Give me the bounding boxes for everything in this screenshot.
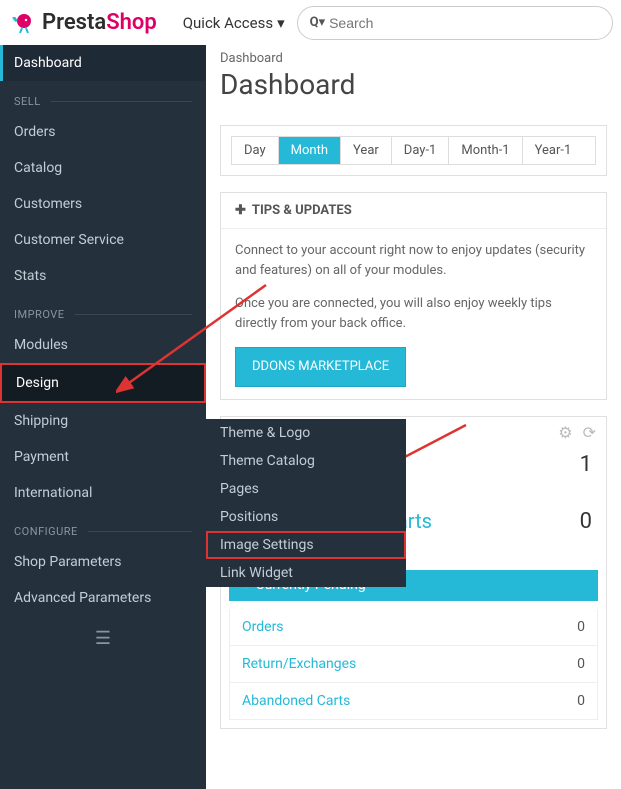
submenu-image-settings[interactable]: Image Settings: [206, 531, 406, 559]
gear-icon[interactable]: ⚙: [558, 423, 572, 442]
main-content: Dashboard Dashboard Day Month Year Day-1…: [206, 45, 621, 789]
tips-card: ✚ TIPS & UPDATES Connect to your account…: [220, 192, 607, 400]
range-tab-year-1[interactable]: Year-1: [523, 137, 584, 164]
sidebar-item-customer-service[interactable]: Customer Service: [0, 222, 206, 258]
pending-row-orders[interactable]: Orders 0: [229, 609, 598, 646]
submenu-link-widget[interactable]: Link Widget: [206, 559, 406, 587]
submenu-theme-logo[interactable]: Theme & Logo: [206, 419, 406, 447]
search-box[interactable]: Q▾: [297, 6, 613, 40]
logo-bird-icon: [12, 11, 36, 35]
range-tab-day[interactable]: Day: [232, 137, 279, 164]
sidebar-collapse-button[interactable]: ☰: [0, 616, 206, 661]
submenu-theme-catalog[interactable]: Theme Catalog: [206, 447, 406, 475]
sidebar-item-customers[interactable]: Customers: [0, 186, 206, 222]
logo-text: PrestaShop: [42, 10, 157, 35]
refresh-icon[interactable]: ⟳: [583, 423, 596, 442]
stat-active-carts-value: 0: [580, 509, 592, 534]
range-tab-year[interactable]: Year: [341, 137, 392, 164]
date-range-card: Day Month Year Day-1 Month-1 Year-1: [220, 125, 607, 176]
sidebar-item-design[interactable]: Design: [0, 363, 206, 403]
search-input[interactable]: [329, 15, 600, 31]
sidebar-item-shipping[interactable]: Shipping: [0, 403, 206, 439]
sidebar-item-stats[interactable]: Stats: [0, 258, 206, 294]
puzzle-icon: ✚: [235, 203, 246, 218]
addons-marketplace-button[interactable]: DDONS MARKETPLACE: [235, 347, 406, 387]
sidebar-item-payment[interactable]: Payment: [0, 439, 206, 475]
pending-row-returns[interactable]: Return/Exchanges 0: [229, 646, 598, 683]
sidebar-item-catalog[interactable]: Catalog: [0, 150, 206, 186]
range-tab-month[interactable]: Month: [279, 137, 341, 164]
quick-access-dropdown[interactable]: Quick Access ▾: [183, 14, 285, 32]
range-tab-month-1[interactable]: Month-1: [449, 137, 522, 164]
sidebar-item-shop-parameters[interactable]: Shop Parameters: [0, 544, 206, 580]
sidebar-item-modules[interactable]: Modules: [0, 327, 206, 363]
sidebar-section-configure: CONFIGURE: [0, 511, 206, 544]
tips-text-1: Connect to your account right now to enj…: [235, 241, 592, 280]
range-tab-day-1[interactable]: Day-1: [392, 137, 450, 164]
submenu-positions[interactable]: Positions: [206, 503, 406, 531]
hamburger-icon: ☰: [95, 628, 111, 649]
caret-down-icon: ▾: [277, 14, 285, 32]
page-title: Dashboard: [220, 68, 607, 101]
sidebar-item-dashboard[interactable]: Dashboard: [0, 45, 206, 81]
sidebar: Dashboard SELL Orders Catalog Customers …: [0, 45, 206, 789]
breadcrumb: Dashboard: [220, 51, 607, 66]
submenu-pages[interactable]: Pages: [206, 475, 406, 503]
stat-online-visitors-value: 1: [580, 452, 592, 477]
sidebar-section-improve: IMPROVE: [0, 294, 206, 327]
tips-text-2: Once you are connected, you will also en…: [235, 294, 592, 333]
sidebar-item-orders[interactable]: Orders: [0, 114, 206, 150]
sidebar-item-advanced-parameters[interactable]: Advanced Parameters: [0, 580, 206, 616]
pending-row-abandoned[interactable]: Abandoned Carts 0: [229, 683, 598, 720]
sidebar-section-sell: SELL: [0, 81, 206, 114]
tips-heading: ✚ TIPS & UPDATES: [221, 193, 606, 229]
search-icon: Q▾: [310, 15, 326, 30]
sidebar-item-international[interactable]: International: [0, 475, 206, 511]
design-submenu: Theme & Logo Theme Catalog Pages Positio…: [206, 419, 406, 587]
